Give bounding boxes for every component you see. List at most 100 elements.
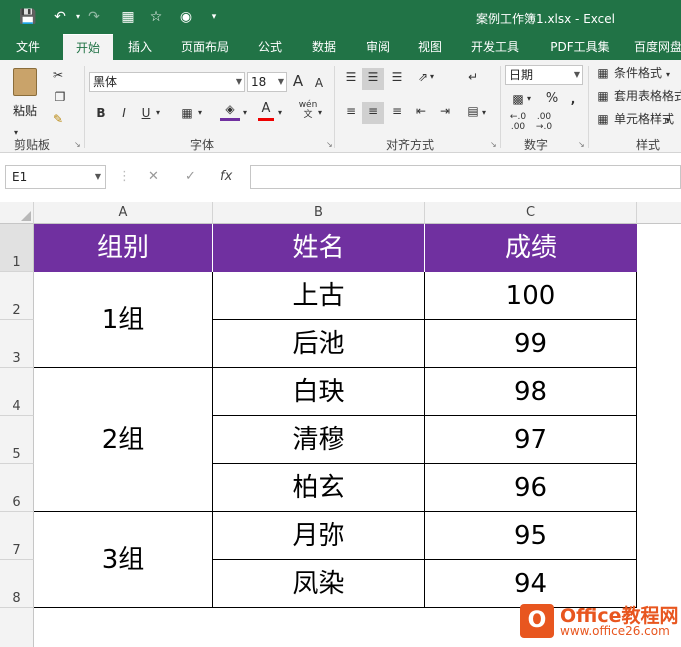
name-cell[interactable]: 上古 <box>213 272 425 320</box>
format-painter-icon[interactable]: ✎ <box>48 110 68 128</box>
enter-icon[interactable]: ✓ <box>185 165 196 189</box>
underline-dropdown-icon[interactable]: ▾ <box>156 104 160 122</box>
score-cell[interactable]: 96 <box>425 464 637 512</box>
formula-input[interactable] <box>250 165 681 189</box>
tab-insert[interactable]: 插入 <box>118 34 162 60</box>
conditional-dropdown-icon[interactable]: ▾ <box>666 66 670 84</box>
font-family-select[interactable]: 黑体 ▼ <box>89 72 245 92</box>
name-cell[interactable]: 白玦 <box>213 368 425 416</box>
align-middle-icon[interactable]: ☰ <box>362 68 384 90</box>
align-center-icon[interactable]: ≡ <box>362 102 384 124</box>
format-as-table-button[interactable]: 套用表格格式 <box>614 87 681 105</box>
merge-dropdown-icon[interactable]: ▾ <box>482 104 486 122</box>
accounting-dropdown-icon[interactable]: ▾ <box>527 90 531 108</box>
form-icon[interactable]: ☆ <box>146 7 166 27</box>
column-header-c[interactable]: C <box>425 202 637 224</box>
align-top-icon[interactable]: ☰ <box>340 68 362 90</box>
orientation-dropdown-icon[interactable]: ▾ <box>430 68 434 86</box>
comma-icon[interactable]: , <box>566 90 580 108</box>
number-launcher-icon[interactable]: ↘ <box>578 140 585 149</box>
score-cell[interactable]: 99 <box>425 320 637 368</box>
alignment-launcher-icon[interactable]: ↘ <box>490 140 497 149</box>
cell-styles-dropdown-icon[interactable]: ▾ <box>666 112 670 130</box>
cancel-icon[interactable]: ✕ <box>148 165 159 189</box>
group-cell-1[interactable]: 1组 <box>34 272 213 368</box>
merge-center-icon[interactable]: ▤ <box>462 102 484 124</box>
score-cell[interactable]: 95 <box>425 512 637 560</box>
name-cell[interactable]: 后池 <box>213 320 425 368</box>
tab-data[interactable]: 数据 <box>302 34 346 60</box>
align-left-icon[interactable]: ≡ <box>340 102 362 124</box>
customize-icon[interactable]: ▾ <box>204 7 224 27</box>
score-cell[interactable]: 97 <box>425 416 637 464</box>
score-cell[interactable]: 100 <box>425 272 637 320</box>
font-color-icon[interactable]: A <box>258 100 274 121</box>
decrease-decimal-icon[interactable]: .00 →.0 <box>533 112 555 132</box>
row-header-2[interactable]: 2 <box>0 272 34 320</box>
camera-icon[interactable]: ◉ <box>176 7 196 27</box>
name-cell[interactable]: 清穆 <box>213 416 425 464</box>
header-cell-group[interactable]: 组别 <box>34 224 213 272</box>
row-header-4[interactable]: 4 <box>0 368 34 416</box>
score-cell[interactable]: 98 <box>425 368 637 416</box>
bold-button[interactable]: B <box>93 104 109 122</box>
phonetic-icon[interactable]: wén 文 <box>296 100 320 120</box>
tab-baidu-netdisk[interactable]: 百度网盘 <box>628 34 681 60</box>
undo-icon[interactable]: ↶ <box>50 7 70 27</box>
tab-review[interactable]: 审阅 <box>356 34 400 60</box>
font-size-select[interactable]: 18 ▼ <box>247 72 287 92</box>
name-cell[interactable]: 柏玄 <box>213 464 425 512</box>
clipboard-launcher-icon[interactable]: ↘ <box>74 140 81 149</box>
cell-styles-button[interactable]: 单元格样式 <box>614 110 674 128</box>
save-icon[interactable]: 💾 <box>18 7 38 27</box>
increase-indent-icon[interactable]: ⇥ <box>434 102 456 124</box>
group-cell-3[interactable]: 3组 <box>34 512 213 608</box>
calculator-icon[interactable]: ▦ <box>118 7 138 27</box>
name-cell[interactable]: 凤染 <box>213 560 425 608</box>
column-header-d[interactable] <box>637 202 681 224</box>
row-header-1[interactable]: 1 <box>0 224 34 272</box>
cut-icon[interactable]: ✂ <box>48 66 68 84</box>
fill-dropdown-icon[interactable]: ▾ <box>243 104 247 122</box>
row-header-6[interactable]: 6 <box>0 464 34 512</box>
copy-icon[interactable]: ❐ <box>48 88 72 106</box>
column-header-b[interactable]: B <box>213 202 425 224</box>
number-format-select[interactable]: 日期 ▼ <box>505 65 583 85</box>
row-header-3[interactable]: 3 <box>0 320 34 368</box>
increase-decimal-icon[interactable]: ←.0.00 <box>507 112 529 132</box>
name-box[interactable]: E1 ▼ <box>5 165 106 189</box>
accounting-icon[interactable]: ▩ <box>507 90 529 108</box>
fill-color-icon[interactable]: ◈ <box>220 100 240 121</box>
tab-file[interactable]: 文件 <box>6 34 50 60</box>
percent-icon[interactable]: % <box>543 90 561 108</box>
insert-function-icon[interactable]: fx <box>220 165 232 189</box>
column-header-a[interactable]: A <box>34 202 213 224</box>
header-cell-name[interactable]: 姓名 <box>213 224 425 272</box>
row-header-9[interactable] <box>0 608 34 647</box>
grow-font-icon[interactable]: A <box>290 72 306 90</box>
shrink-font-icon[interactable]: A <box>311 74 327 92</box>
row-header-7[interactable]: 7 <box>0 512 34 560</box>
font-color-dropdown-icon[interactable]: ▾ <box>278 104 282 122</box>
tab-pdf-tools[interactable]: PDF工具集 <box>540 34 620 60</box>
row-header-8[interactable]: 8 <box>0 560 34 608</box>
header-cell-score[interactable]: 成绩 <box>425 224 637 272</box>
row-header-5[interactable]: 5 <box>0 416 34 464</box>
redo-icon[interactable]: ↷ <box>84 7 104 27</box>
borders-icon[interactable]: ▦ <box>178 104 196 122</box>
tab-formulas[interactable]: 公式 <box>248 34 292 60</box>
select-all-corner[interactable] <box>0 202 34 224</box>
italic-button[interactable]: I <box>116 104 132 122</box>
name-cell[interactable]: 月弥 <box>213 512 425 560</box>
conditional-format-button[interactable]: 条件格式 <box>614 64 662 82</box>
tab-view[interactable]: 视图 <box>408 34 452 60</box>
paste-button[interactable]: 粘贴 <box>10 66 40 120</box>
group-cell-2[interactable]: 2组 <box>34 368 213 512</box>
align-right-icon[interactable]: ≡ <box>386 102 408 124</box>
decrease-indent-icon[interactable]: ⇤ <box>410 102 432 124</box>
wrap-text-icon[interactable]: ↵ <box>462 68 484 90</box>
tab-home[interactable]: 开始 <box>63 34 113 60</box>
underline-button[interactable]: U <box>138 104 154 122</box>
phonetic-dropdown-icon[interactable]: ▾ <box>318 104 322 122</box>
font-launcher-icon[interactable]: ↘ <box>326 140 333 149</box>
